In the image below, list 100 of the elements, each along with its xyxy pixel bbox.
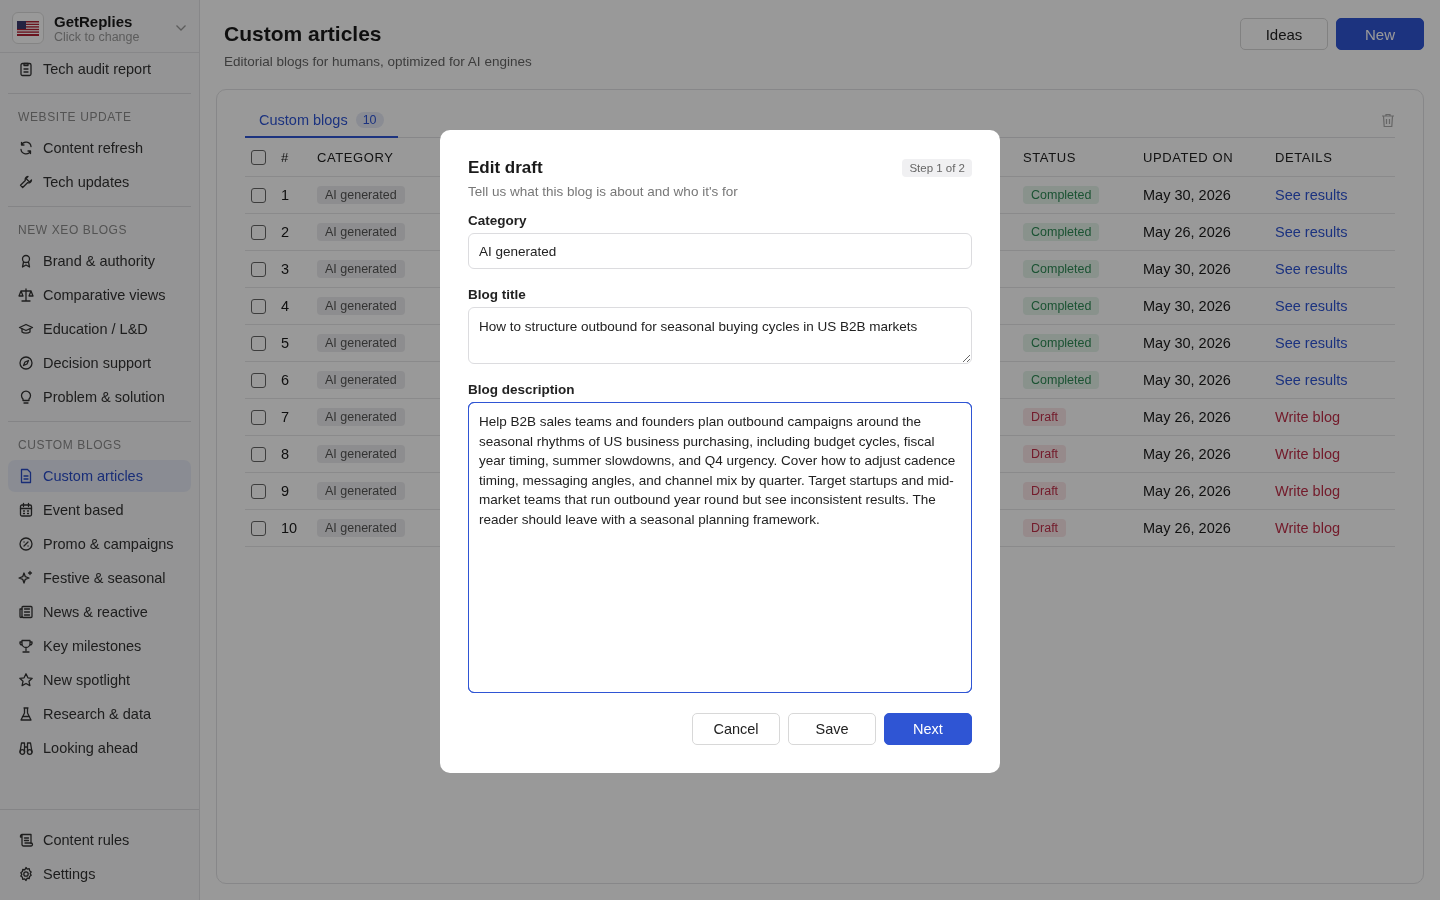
details-link[interactable]: See results xyxy=(1275,187,1348,203)
dialog-button[interactable]: Save xyxy=(788,713,876,745)
checkbox[interactable] xyxy=(251,446,266,462)
field-label: Blog description xyxy=(468,382,576,397)
tab[interactable]: Custom blogs 10 xyxy=(245,104,398,138)
calendar-icon xyxy=(18,502,34,518)
wrench-icon xyxy=(18,174,34,190)
status-tag: Completed xyxy=(1023,186,1100,204)
chevron-down-icon[interactable] xyxy=(175,24,187,32)
checkbox[interactable] xyxy=(251,149,266,165)
checkbox[interactable] xyxy=(251,335,266,351)
row-number: 1 xyxy=(281,187,291,203)
date-cell-text: May 30, 2026 xyxy=(1143,187,1232,203)
count-badge: 10 xyxy=(355,112,384,128)
category-tag: AI generated xyxy=(317,260,405,278)
details-link[interactable]: See results xyxy=(1275,298,1348,314)
workspace-name[interactable]: GetReplies xyxy=(54,12,165,30)
new-button[interactable]: New xyxy=(1336,18,1424,50)
section-heading: WEBSITE UPDATE xyxy=(8,93,191,132)
sidebar-item[interactable]: Education / L&D xyxy=(8,313,191,345)
checkbox[interactable] xyxy=(251,520,266,536)
trash-icon[interactable] xyxy=(1381,113,1395,128)
sidebar-item[interactable]: Problem & solution xyxy=(8,381,191,413)
row-number: 6 xyxy=(281,372,291,388)
status-tag: Draft xyxy=(1023,519,1067,537)
details-link[interactable]: Write blog xyxy=(1275,409,1340,425)
category-tag: AI generated xyxy=(317,482,405,500)
ideas-button[interactable]: Ideas xyxy=(1240,18,1328,50)
category-field[interactable]: AI generated xyxy=(468,233,972,269)
newspaper-icon xyxy=(18,604,34,620)
checkbox[interactable] xyxy=(251,298,266,314)
checkbox[interactable] xyxy=(251,483,266,499)
dialog-button[interactable]: Cancel xyxy=(692,713,780,745)
binoculars-icon xyxy=(18,740,34,756)
date-cell-text: May 26, 2026 xyxy=(1143,483,1232,499)
column-header: # xyxy=(281,149,290,165)
sidebar-item[interactable]: Settings xyxy=(8,858,191,890)
sidebar-item[interactable]: Content refresh xyxy=(8,132,191,164)
sidebar-item[interactable]: Looking ahead xyxy=(8,732,191,764)
trophy-icon xyxy=(18,638,34,654)
sparkle-icon xyxy=(18,570,34,586)
step-badge: Step 1 of 2 xyxy=(902,159,972,177)
details-link[interactable]: See results xyxy=(1275,335,1348,351)
sidebar-item[interactable]: Comparative views xyxy=(8,279,191,311)
date-cell-text: May 26, 2026 xyxy=(1143,409,1232,425)
checkbox[interactable] xyxy=(251,187,266,203)
checkbox[interactable] xyxy=(251,224,266,240)
checkbox[interactable] xyxy=(251,261,266,277)
dialog-subtitle: Tell us what this blog is about and who it's for xyxy=(468,184,739,199)
checkbox[interactable] xyxy=(251,409,266,425)
details-link[interactable]: See results xyxy=(1275,224,1348,240)
date-cell-text: May 30, 2026 xyxy=(1143,335,1232,351)
scales-icon xyxy=(18,287,34,303)
sidebar-item[interactable]: Brand & authority xyxy=(8,245,191,277)
category-tag: AI generated xyxy=(317,334,405,352)
sidebar-item[interactable]: Promo & campaigns xyxy=(8,528,191,560)
sidebar-item[interactable]: Content rules xyxy=(8,824,191,856)
scroll-icon xyxy=(18,832,34,848)
sidebar-item[interactable]: Research & data xyxy=(8,698,191,730)
document-icon xyxy=(18,468,34,484)
sidebar-item[interactable]: Decision support xyxy=(8,347,191,379)
row-number: 4 xyxy=(281,298,291,314)
row-number: 8 xyxy=(281,446,291,462)
date-cell-text: May 30, 2026 xyxy=(1143,298,1232,314)
sidebar-item[interactable]: Tech updates xyxy=(8,166,191,198)
sidebar-item[interactable]: Event based xyxy=(8,494,191,526)
details-link[interactable]: Write blog xyxy=(1275,446,1340,462)
checkbox[interactable] xyxy=(251,372,266,388)
date-cell-text: May 30, 2026 xyxy=(1143,261,1232,277)
status-tag: Draft xyxy=(1023,408,1067,426)
sidebar-item[interactable]: Key milestones xyxy=(8,630,191,662)
status-tag: Completed xyxy=(1023,334,1100,352)
column-header: STATUS xyxy=(1023,149,1077,165)
column-header: DETAILS xyxy=(1275,149,1334,165)
sidebar-item[interactable]: Tech audit report xyxy=(8,53,191,85)
column-header: UPDATED ON xyxy=(1143,149,1235,165)
sidebar-item[interactable]: News & reactive xyxy=(8,596,191,628)
details-link[interactable]: Write blog xyxy=(1275,520,1340,536)
date-cell-text: May 26, 2026 xyxy=(1143,446,1232,462)
title-field[interactable]: How to structure outbound for seasonal buying cycles in US B2B markets xyxy=(468,307,972,364)
star-icon xyxy=(18,672,34,688)
graduation-cap-icon xyxy=(18,321,34,337)
sidebar-item[interactable]: New spotlight xyxy=(8,664,191,696)
details-link[interactable]: See results xyxy=(1275,261,1348,277)
category-tag: AI generated xyxy=(317,445,405,463)
row-number: 5 xyxy=(281,335,291,351)
details-link[interactable]: See results xyxy=(1275,372,1348,388)
details-link[interactable]: Write blog xyxy=(1275,483,1340,499)
date-cell-text: May 26, 2026 xyxy=(1143,224,1232,240)
compass-icon xyxy=(18,355,34,371)
category-tag: AI generated xyxy=(317,519,405,537)
row-number: 9 xyxy=(281,483,291,499)
workspace-subtitle: Click to change xyxy=(54,29,141,44)
status-tag: Completed xyxy=(1023,371,1100,389)
description-field[interactable]: Help B2B sales teams and founders plan outbound campaigns around the seasonal rhythms of US business purchasing, including budget cycles, fiscal year timing, summer slowdowns, and Q4 urgency. Cover how to adjust cadence timing, messaging angles, and channel mix by quarter. Target startups and mid-market teams that run outbound year round but see inconsistent results. The reader should leave with a seasonal planning framework. xyxy=(468,402,972,693)
sidebar-item[interactable]: Custom articles xyxy=(8,460,191,492)
category-tag: AI generated xyxy=(317,223,405,241)
sidebar-item[interactable]: Festive & seasonal xyxy=(8,562,191,594)
flask-icon xyxy=(18,706,34,722)
dialog-button[interactable]: Next xyxy=(884,713,972,745)
